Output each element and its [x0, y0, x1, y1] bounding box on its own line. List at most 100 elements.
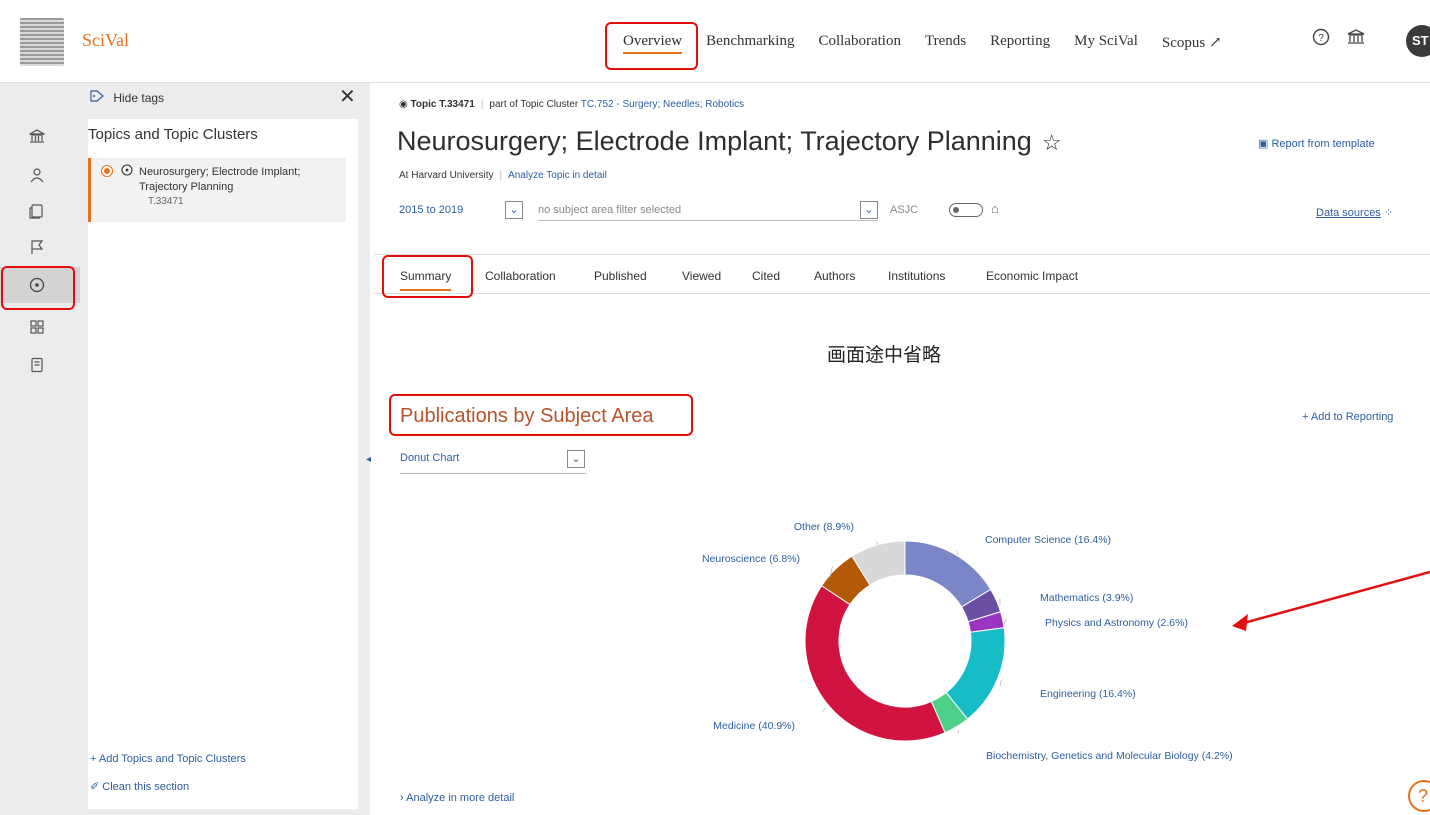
donut-slice[interactable] — [851, 540, 906, 586]
rail-grid-icon[interactable] — [0, 309, 80, 345]
rail-publication-set-icon[interactable] — [0, 193, 80, 229]
part-of-label: part of Topic Cluster — [489, 99, 579, 110]
favorite-star-icon[interactable]: ☆ — [1042, 130, 1062, 155]
topic-title: Neurosurgery; Electrode Implant; Traject… — [397, 126, 1032, 156]
slice-label: Biochemistry, Genetics and Molecular Bio… — [986, 750, 1233, 762]
tab-cited[interactable]: Cited — [752, 269, 780, 283]
institution-icon[interactable] — [1345, 28, 1367, 50]
sidebar-panel — [88, 119, 358, 809]
report-icon: ▣ — [1258, 138, 1269, 150]
subject-filter-chevron-icon[interactable]: ⌄ — [860, 201, 878, 219]
hide-tags-label: Hide tags — [113, 91, 165, 105]
leader-line — [955, 550, 959, 556]
elsevier-logo — [20, 18, 64, 66]
section-title: Publications by Subject Area — [400, 405, 654, 427]
topic-item-id: T.33471 — [148, 196, 184, 207]
add-to-reporting-button[interactable]: + Add to Reporting — [1302, 411, 1393, 423]
asjc-label: ASJC — [890, 204, 919, 216]
nav-collaboration[interactable]: Collaboration — [818, 33, 901, 54]
date-range-select[interactable]: 2015 to 2019 — [399, 204, 463, 216]
help-icon[interactable]: ? — [1310, 28, 1332, 50]
nav-trends[interactable]: Trends — [925, 33, 966, 54]
data-sources-label: Data sources — [1316, 207, 1381, 219]
donut-slice[interactable] — [930, 691, 969, 734]
sidebar-topic-item[interactable]: Neurosurgery; Electrode Implant; Traject… — [88, 158, 346, 222]
nav-benchmarking[interactable]: Benchmarking — [706, 33, 794, 54]
close-icon[interactable]: ✕ — [339, 84, 356, 109]
topic-radio[interactable] — [101, 165, 113, 177]
donut-slice[interactable] — [960, 588, 1002, 623]
slice-label: Computer Science (16.4%) — [985, 534, 1111, 546]
topic-breadcrumb: ◉ Topic T.33471 | part of Topic Cluster TC… — [399, 99, 745, 110]
slice-label: Mathematics (3.9%) — [1040, 592, 1133, 604]
floating-help-button[interactable]: ? — [1408, 780, 1430, 812]
rail-researcher-icon[interactable] — [0, 157, 80, 193]
date-range-chevron-icon[interactable]: ⌄ — [505, 201, 523, 219]
chevron-right-icon: › — [400, 792, 404, 804]
chart-type-chevron-icon[interactable]: ⌄ — [567, 450, 585, 468]
nav-overview[interactable]: Overview — [623, 33, 683, 54]
page: SciVal Overview Benchmarking Collaborati… — [0, 0, 1430, 815]
svg-text:?: ? — [1318, 33, 1324, 44]
clean-section-link[interactable]: ✐ Clean this section — [90, 780, 189, 793]
tab-institutions[interactable]: Institutions — [888, 269, 945, 283]
subject-filter-select[interactable]: no subject area filter selected — [538, 204, 878, 221]
add-topics-link[interactable]: + Add Topics and Topic Clusters — [90, 753, 246, 765]
leader-line — [875, 540, 879, 546]
slice-label: Engineering (16.4%) — [1040, 688, 1136, 700]
slice-label: Other (8.9%) — [794, 521, 854, 533]
chart-type-value: Donut Chart — [400, 452, 460, 464]
app-brand[interactable]: SciVal — [82, 30, 129, 51]
collapse-sidebar-icon[interactable]: ◂ — [366, 454, 371, 465]
topic-subline: At Harvard University | Analyze Topic in d… — [399, 170, 607, 181]
leader-line — [821, 707, 826, 713]
analyze-topic-link[interactable]: Analyze Topic in detail — [508, 170, 607, 181]
top-nav: Overview Benchmarking Collaboration Tren… — [623, 33, 1246, 54]
nav-scopus[interactable]: Scopus ↗ — [1162, 33, 1222, 54]
tab-authors[interactable]: Authors — [814, 269, 855, 283]
leader-line — [829, 566, 833, 578]
user-avatar[interactable]: ST — [1406, 25, 1430, 57]
tab-summary[interactable]: Summary — [400, 269, 452, 291]
asjc-toggle[interactable] — [949, 203, 983, 217]
spinner-icon: ⁘ — [1383, 207, 1394, 219]
tab-viewed[interactable]: Viewed — [682, 269, 721, 283]
tab-published[interactable]: Published — [594, 269, 647, 283]
topic-cluster-link[interactable]: TC.752 - Surgery; Needles; Robotics — [581, 99, 744, 110]
sidebar-heading: Topics and Topic Clusters — [88, 126, 258, 143]
topic-item-label: Neurosurgery; Electrode Implant; Traject… — [139, 166, 301, 193]
slice-label: Neuroscience (6.8%) — [702, 553, 800, 565]
donut-slice[interactable] — [904, 540, 992, 608]
report-from-template-button[interactable]: ▣ Report from template — [1258, 137, 1375, 150]
hide-tags-button[interactable]: Hide tags — [90, 90, 164, 105]
analyze-more-link[interactable]: › Analyze in more detail — [400, 792, 514, 804]
analyze-more-label: Analyze in more detail — [406, 792, 515, 804]
page-title: Neurosurgery; Electrode Implant; Traject… — [397, 126, 1062, 157]
slice-label: Medicine (40.9%) — [713, 720, 795, 732]
topic-code: Topic T.33471 — [410, 99, 475, 110]
rail-topic-icon[interactable] — [0, 267, 80, 303]
nav-reporting[interactable]: Reporting — [990, 33, 1050, 54]
donut-slice[interactable] — [804, 585, 946, 742]
rail-country-flag-icon[interactable] — [0, 229, 80, 265]
tab-collaboration[interactable]: Collaboration — [485, 269, 556, 283]
filter-bar: 2015 to 2019 ⌄ no subject area filter se… — [399, 200, 1019, 226]
nav-my-scival[interactable]: My SciVal — [1074, 33, 1138, 54]
tab-economic-impact[interactable]: Economic Impact — [986, 269, 1078, 283]
rail-document-icon[interactable] — [0, 347, 80, 383]
broom-icon: ✐ — [90, 781, 100, 793]
chart-type-select[interactable]: Donut Chart ⌄ — [400, 450, 586, 474]
tab-bar: Summary Collaboration Published Viewed C… — [374, 254, 1430, 294]
omitted-note: 画面途中省略 — [827, 344, 942, 366]
leader-line — [957, 729, 960, 734]
institution-name: At Harvard University — [399, 170, 494, 181]
donut-slice[interactable] — [820, 555, 871, 606]
donut-slice[interactable] — [967, 611, 1005, 633]
data-sources-link[interactable]: Data sources ⁘ — [1316, 206, 1393, 219]
donut-slice[interactable] — [945, 627, 1006, 720]
institution-filter-icon[interactable]: ⌂ — [991, 201, 999, 216]
topic-icon-small: ◉ — [399, 99, 408, 110]
rail-institution-icon[interactable] — [0, 119, 80, 155]
left-rail — [0, 83, 80, 815]
top-bar: SciVal Overview Benchmarking Collaborati… — [0, 0, 1430, 83]
